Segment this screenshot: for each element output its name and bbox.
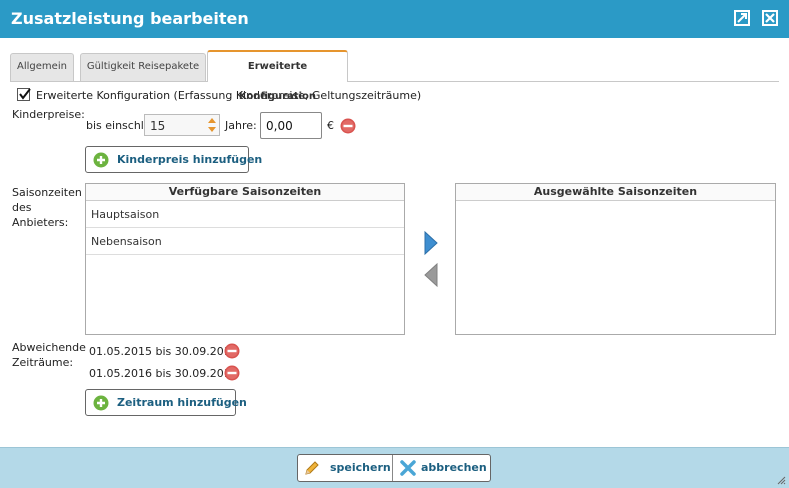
plus-circle-icon xyxy=(93,152,109,168)
save-button[interactable]: speichern xyxy=(298,455,393,481)
add-zeitraum-label: Zeitraum hinzufügen xyxy=(117,396,247,409)
zeitraeume-label-line1: Abweichende xyxy=(12,341,86,354)
remove-kinderpreis-icon[interactable] xyxy=(340,118,356,134)
save-label: speichern xyxy=(330,461,391,474)
checkmark-icon xyxy=(19,88,31,100)
resize-grip-icon[interactable] xyxy=(776,475,786,485)
cancel-button[interactable]: abbrechen xyxy=(394,455,490,481)
saison-label-line2: des xyxy=(12,201,32,214)
add-kinderpreis-label: Kinderpreis hinzufügen xyxy=(117,153,263,166)
saison-label-line3: Anbieters: xyxy=(12,216,69,229)
selected-seasons-list[interactable]: Ausgewählte Saisonzeiten xyxy=(455,183,776,335)
cancel-label: abbrechen xyxy=(421,461,487,474)
tab-erweiterte-konfiguration[interactable]: Erweiterte Konfiguration xyxy=(207,50,348,102)
remove-date-range-icon[interactable] xyxy=(224,365,240,381)
tab-allgemein[interactable]: Allgemein xyxy=(10,53,74,81)
footer-button-group: speichern abbrechen xyxy=(297,454,491,482)
price-input[interactable]: 0,00 xyxy=(260,112,322,139)
close-icon[interactable] xyxy=(762,10,778,26)
remove-date-range-icon[interactable] xyxy=(224,343,240,359)
add-kinderpreis-button[interactable]: Kinderpreis hinzufügen xyxy=(85,146,262,173)
add-zeitraum-button[interactable]: Zeitraum hinzufügen xyxy=(85,389,247,416)
stepper-arrows[interactable] xyxy=(205,115,219,135)
date-range-item: 01.05.2016 bis 30.09.2016 xyxy=(89,367,238,380)
date-range-item: 01.05.2015 bis 30.09.2015 xyxy=(89,345,238,358)
years-label: Jahre: xyxy=(225,119,257,132)
kinderpreise-label: Kinderpreise: xyxy=(12,108,85,121)
cancel-x-icon xyxy=(400,460,416,476)
maximize-icon[interactable] xyxy=(734,10,750,26)
tab-gueltigkeit-reisepakete[interactable]: Gültigkeit Reisepakete xyxy=(80,53,206,81)
stepper-arrows-icon xyxy=(208,118,216,132)
dialog-title: Zusatzleistung bearbeiten xyxy=(11,9,249,28)
config-checkbox-label: Erweiterte Konfiguration (Erfassung Kind… xyxy=(36,89,422,102)
currency-label: € xyxy=(327,119,334,132)
selected-seasons-header: Ausgewählte Saisonzeiten xyxy=(456,184,775,201)
saison-label-line1: Saisonzeiten xyxy=(12,186,82,199)
available-seasons-list[interactable]: Verfügbare Saisonzeiten Hauptsaison Nebe… xyxy=(85,183,405,335)
move-left-arrow-icon[interactable] xyxy=(423,262,439,288)
list-item[interactable]: Hauptsaison xyxy=(86,201,404,228)
zeitraeume-label-line2: Zeiträume: xyxy=(12,356,74,369)
move-right-arrow-icon[interactable] xyxy=(423,230,439,256)
dialog-titlebar: Zusatzleistung bearbeiten xyxy=(0,0,789,38)
dialog-footer: speichern abbrechen xyxy=(0,447,789,488)
plus-circle-icon xyxy=(93,395,109,411)
tab-divider xyxy=(10,81,779,82)
up-to-label: bis einschl. xyxy=(86,119,148,132)
available-seasons-header: Verfügbare Saisonzeiten xyxy=(86,184,404,201)
age-stepper[interactable]: 15 xyxy=(144,114,220,136)
list-item[interactable]: Nebensaison xyxy=(86,228,404,255)
config-checkbox[interactable] xyxy=(17,88,31,101)
pencil-icon xyxy=(305,461,319,475)
age-value: 15 xyxy=(150,119,166,133)
price-value: 0,00 xyxy=(266,119,293,133)
